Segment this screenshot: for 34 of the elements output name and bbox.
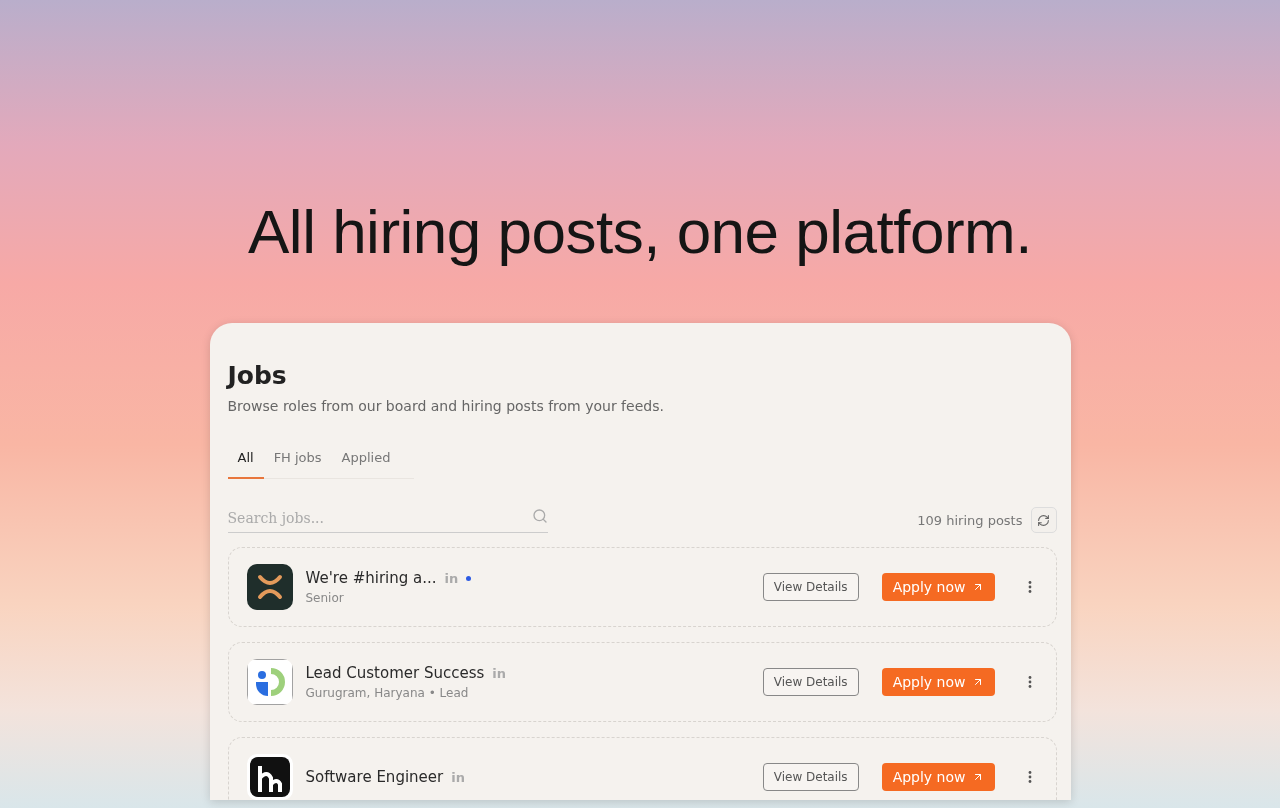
job-title: Software Engineer [305, 768, 444, 786]
refresh-button[interactable] [1030, 507, 1057, 533]
search-icon [531, 507, 548, 524]
panel-title: Jobs [227, 361, 288, 390]
view-details-button[interactable]: View Details [762, 573, 859, 601]
job-title: Lead Customer Success [305, 664, 485, 682]
post-count: 109 hiring posts [917, 512, 1023, 528]
job-title: We're #hiring a... [305, 569, 437, 587]
source-label: in [492, 665, 507, 681]
view-details-button[interactable]: View Details [762, 763, 859, 791]
search-field[interactable]: Search jobs... [227, 509, 548, 533]
more-icon [1027, 581, 1032, 593]
panel-subtitle: Browse roles from our board and hiring posts from your feeds. [227, 398, 665, 414]
more-icon [1027, 676, 1032, 688]
tab[interactable]: All [227, 444, 264, 479]
refresh-icon [1037, 513, 1050, 527]
more-button[interactable] [1027, 771, 1032, 783]
more-icon [1027, 771, 1032, 783]
logo-icon [246, 754, 293, 800]
apply-button[interactable]: Apply now [881, 573, 995, 601]
apply-button[interactable]: Apply now [881, 668, 995, 696]
more-button[interactable] [1027, 676, 1032, 688]
source-label: in [451, 769, 465, 785]
job-meta: Senior [305, 591, 345, 605]
job-meta: Gurugram, Haryana • Lead [305, 686, 470, 700]
tab[interactable]: FH jobs [263, 444, 332, 479]
tab[interactable]: Applied [331, 444, 401, 479]
apply-button[interactable]: Apply now [881, 763, 995, 791]
source-label: in [444, 570, 459, 586]
view-details-button[interactable]: View Details [762, 668, 859, 696]
headline: All hiring posts, one platform. [248, 196, 1032, 268]
more-button[interactable] [1027, 581, 1032, 593]
logo-icon [246, 659, 293, 705]
logo-icon [246, 564, 293, 610]
